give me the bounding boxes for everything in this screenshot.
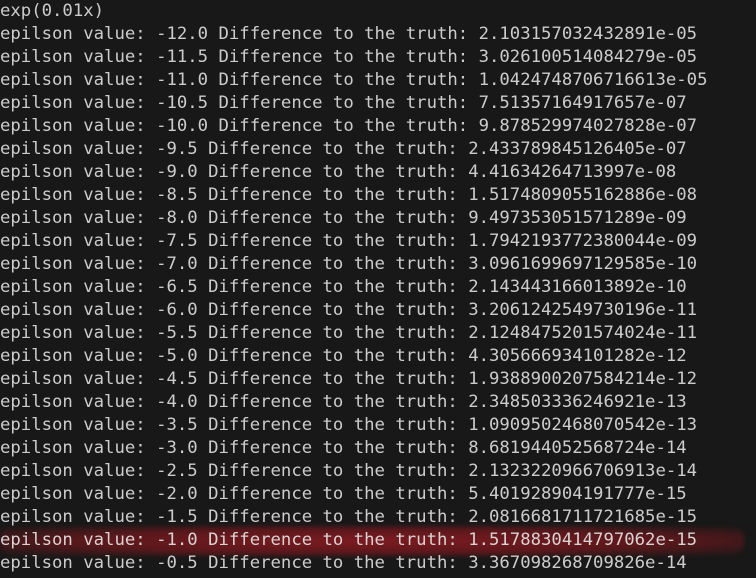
output-line: epilson value: -1.5 Difference to the tr… [0,507,698,527]
output-line: epilson value: -4.5 Difference to the tr… [0,369,698,389]
output-line: epilson value: -6.0 Difference to the tr… [0,300,698,320]
output-line: epilson value: -9.5 Difference to the tr… [0,139,687,159]
output-line: epilson value: -11.5 Difference to the t… [0,47,698,67]
output-line: epilson value: -7.5 Difference to the tr… [0,231,698,251]
output-line: epilson value: -3.0 Difference to the tr… [0,438,687,458]
output-line: epilson value: -0.5 Difference to the tr… [0,553,687,573]
output-line: epilson value: -6.5 Difference to the tr… [0,277,687,297]
output-line: epilson value: -10.5 Difference to the t… [0,93,687,113]
output-line: epilson value: -2.0 Difference to the tr… [0,484,687,504]
output-line: epilson value: -8.0 Difference to the tr… [0,208,687,228]
output-line: epilson value: -3.5 Difference to the tr… [0,415,698,435]
output-line: epilson value: -10.0 Difference to the t… [0,116,698,136]
output-line: epilson value: -5.5 Difference to the tr… [0,323,698,343]
output-line: epilson value: -7.0 Difference to the tr… [0,254,698,274]
output-line: epilson value: -9.0 Difference to the tr… [0,162,677,182]
output-line: epilson value: -4.0 Difference to the tr… [0,392,687,412]
output-header: exp(0.01x) [0,1,105,21]
output-line: epilson value: -5.0 Difference to the tr… [0,346,687,366]
output-line-highlighted: epilson value: -1.0 Difference to the tr… [0,530,698,550]
output-line: epilson value: -8.5 Difference to the tr… [0,185,698,205]
output-line: epilson value: -12.0 Difference to the t… [0,24,698,44]
terminal-output: exp(0.01x) epilson value: -12.0 Differen… [0,0,756,578]
output-line: epilson value: -11.0 Difference to the t… [0,70,708,90]
output-line: epilson value: -2.5 Difference to the tr… [0,461,698,481]
